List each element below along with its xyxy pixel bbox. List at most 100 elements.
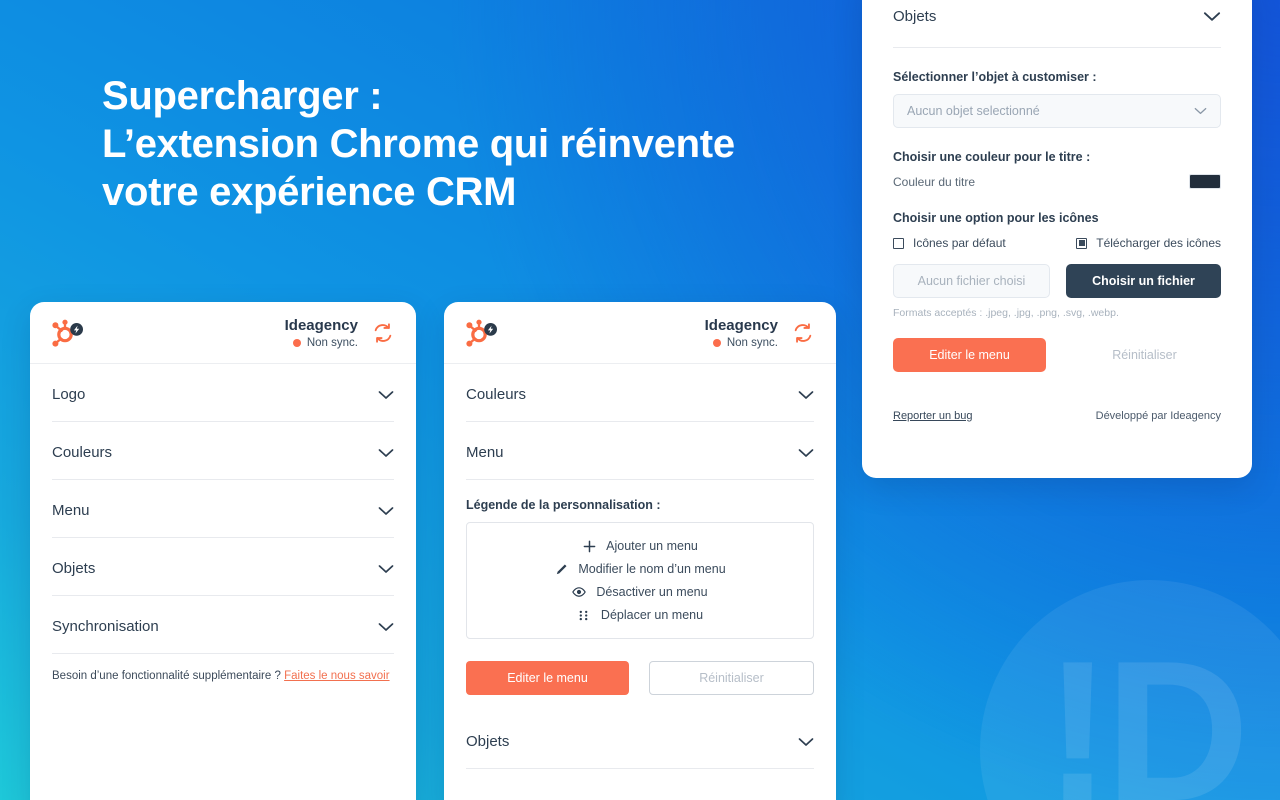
hubspot-sprocket-icon xyxy=(466,319,497,347)
sync-status-row: Non sync. xyxy=(705,337,778,349)
pencil-icon xyxy=(554,562,568,576)
hero-line-2: L’extension Chrome qui réinvente xyxy=(102,122,735,166)
panel-footer: Reporter un bug Développé par Ideagency xyxy=(893,410,1221,422)
brand-logo-b xyxy=(466,319,500,347)
accordion-row-objets[interactable]: Objets xyxy=(52,538,394,596)
checkbox-default-icons[interactable]: Icônes par défaut xyxy=(893,236,1006,250)
brand-name: Ideagency xyxy=(704,316,778,334)
legend-item-label: Désactiver un menu xyxy=(596,585,708,599)
edit-menu-button[interactable]: Editer le menu xyxy=(466,661,629,695)
card-b-brand-status: Ideagency Non sync. xyxy=(705,317,814,349)
sync-status-label: Non sync. xyxy=(726,336,778,349)
file-name-display: Aucun fichier choisi xyxy=(893,264,1050,298)
objects-settings-panel: Objets Sélectionner l’objet à customiser… xyxy=(862,0,1252,478)
legend-box: Ajouter un menu Modifier le nom d’un men… xyxy=(466,522,814,639)
reset-button[interactable]: Réinitialiser xyxy=(649,661,814,695)
accordion-label: Couleurs xyxy=(52,444,113,461)
chevron-down-icon xyxy=(378,622,394,631)
accordion-row-menu[interactable]: Menu xyxy=(466,422,814,480)
title-color-label: Choisir une couleur pour le titre : xyxy=(893,150,1091,164)
eye-icon xyxy=(572,585,587,599)
accordion-label: Objets xyxy=(52,560,96,577)
chevron-down-icon xyxy=(798,390,814,399)
choose-file-button[interactable]: Choisir un fichier xyxy=(1066,264,1221,298)
accordion-row-couleurs[interactable]: Couleurs xyxy=(466,364,814,422)
file-upload-row: Aucun fichier choisi Choisir un fichier xyxy=(893,264,1221,298)
ideagency-watermark: !D xyxy=(980,580,1280,800)
refresh-sync-icon[interactable] xyxy=(792,322,814,344)
checkbox-label: Télécharger des icônes xyxy=(1096,236,1221,250)
edit-menu-button[interactable]: Editer le menu xyxy=(893,338,1046,372)
chevron-down-icon xyxy=(1194,107,1207,115)
panel-title: Objets xyxy=(893,8,937,25)
icons-option-group: Icônes par défaut Télécharger des icônes xyxy=(893,236,1221,250)
plus-icon xyxy=(582,539,596,553)
accordion-row-objets[interactable]: Objets xyxy=(466,711,814,769)
card-b-body: Couleurs Menu Légende de la personnalisa… xyxy=(444,364,836,769)
brand-logo-a xyxy=(52,319,86,347)
accordion-label: Menu xyxy=(466,444,504,461)
chevron-down-icon xyxy=(1203,12,1221,21)
feature-request-link[interactable]: Faites le nous savoir xyxy=(284,670,389,682)
report-bug-link[interactable]: Reporter un bug xyxy=(893,410,973,422)
extension-card-collapsed: Ideagency Non sync. Logo Couleurs Menu O… xyxy=(30,302,416,800)
title-color-row: Couleur du titre xyxy=(893,174,1221,189)
drag-handle-icon xyxy=(577,608,591,622)
extension-card-menu-expanded: Ideagency Non sync. Couleurs Menu Légend… xyxy=(444,302,836,800)
legend-item-label: Déplacer un menu xyxy=(600,608,704,622)
chevron-down-icon xyxy=(798,737,814,746)
feature-request-text: Besoin d’une fonctionnalité supplémentai… xyxy=(52,670,281,682)
accordion-label: Logo xyxy=(52,386,86,403)
legend-item: Ajouter un menu xyxy=(582,539,698,553)
card-a-header: Ideagency Non sync. xyxy=(30,302,416,364)
card-b-header: Ideagency Non sync. xyxy=(444,302,836,364)
brand-name: Ideagency xyxy=(284,316,358,334)
legend-item: Désactiver un menu xyxy=(572,585,708,599)
checkbox-label: Icônes par défaut xyxy=(913,236,1006,250)
chevron-down-icon xyxy=(378,390,394,399)
chevron-down-icon xyxy=(798,448,814,457)
sync-status-label: Non sync. xyxy=(306,336,358,349)
sync-status-dot xyxy=(712,338,721,347)
chevron-down-icon xyxy=(378,448,394,457)
legend-item-label: Ajouter un menu xyxy=(606,539,698,553)
title-color-swatch[interactable] xyxy=(1189,174,1221,189)
accordion-row-menu[interactable]: Menu xyxy=(52,480,394,538)
hero-line-3: votre expérience CRM xyxy=(102,170,517,214)
sync-status-dot xyxy=(292,338,301,347)
refresh-sync-icon[interactable] xyxy=(372,322,394,344)
title-color-sub-label: Couleur du titre xyxy=(893,174,976,189)
select-object-dropdown[interactable]: Aucun objet selectionné xyxy=(893,94,1221,128)
feature-request-helper: Besoin d’une fonctionnalité supplémentai… xyxy=(52,654,394,682)
accepted-formats-text: Formats acceptés : .jpeg, .jpg, .png, .s… xyxy=(893,307,1119,319)
checkbox-box xyxy=(893,237,904,249)
hero-heading: Supercharger : L’extension Chrome qui ré… xyxy=(102,72,802,216)
legend-item: Déplacer un menu xyxy=(577,608,703,622)
page-title: Supercharger : L’extension Chrome qui ré… xyxy=(102,72,802,216)
watermark-text: !D xyxy=(1044,620,1249,800)
accordion-label: Couleurs xyxy=(466,386,527,403)
select-object-value: Aucun objet selectionné xyxy=(907,104,1040,118)
select-object-label: Sélectionner l’objet à customiser : xyxy=(893,70,1097,84)
accordion-label: Menu xyxy=(52,502,90,519)
checkbox-box xyxy=(1076,237,1088,249)
accordion-label: Synchronisation xyxy=(52,618,159,635)
accordion-row-synchronisation[interactable]: Synchronisation xyxy=(52,596,394,654)
legend-item-label: Modifier le nom d’un menu xyxy=(578,562,726,576)
panel-body: Objets Sélectionner l’objet à customiser… xyxy=(862,0,1252,422)
developer-credit: Développé par Ideagency xyxy=(1095,410,1221,422)
panel-action-buttons: Editer le menu Réinitialiser xyxy=(893,338,1221,372)
card-b-action-buttons: Editer le menu Réinitialiser xyxy=(466,639,814,695)
card-a-brand-status: Ideagency Non sync. xyxy=(285,317,394,349)
reset-button[interactable]: Réinitialiser xyxy=(1068,338,1221,372)
chevron-down-icon xyxy=(378,564,394,573)
accordion-row-couleurs[interactable]: Couleurs xyxy=(52,422,394,480)
icons-option-label: Choisir une option pour les icônes xyxy=(893,211,1099,225)
accordion-row-objets-expanded[interactable]: Objets xyxy=(893,0,1221,48)
accordion-label: Objets xyxy=(466,733,510,750)
accordion-row-logo[interactable]: Logo xyxy=(52,364,394,422)
sync-status-row: Non sync. xyxy=(285,337,358,349)
checkbox-upload-icons[interactable]: Télécharger des icônes xyxy=(1076,236,1221,250)
chevron-down-icon xyxy=(378,506,394,515)
card-a-body: Logo Couleurs Menu Objets Synchronisatio… xyxy=(30,364,416,682)
